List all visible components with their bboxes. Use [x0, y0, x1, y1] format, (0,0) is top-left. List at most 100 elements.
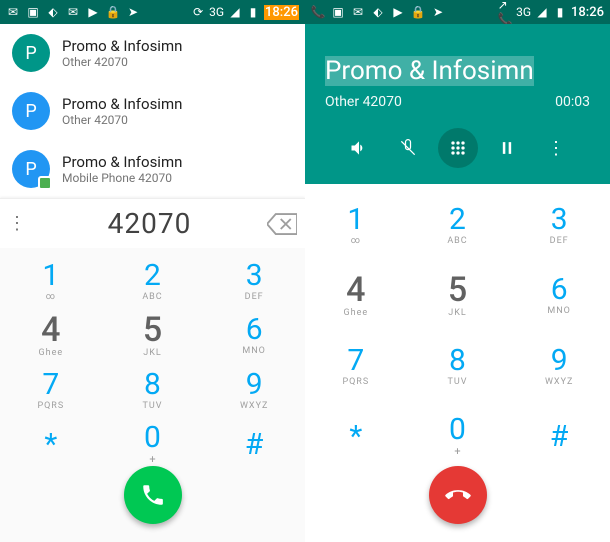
contact-number: Other 42070: [62, 113, 182, 127]
gmail-icon: ✉: [66, 5, 80, 19]
status-left-icons: 📞 ▣ ✉ ⬖ ▶ 🔒 ➤: [311, 5, 445, 19]
key-letters: JKL: [448, 308, 466, 318]
battery-icon: ▮: [553, 5, 567, 19]
dialpad-key-2[interactable]: 2ABC: [102, 254, 204, 309]
contact-name: Promo & Infosimn: [62, 95, 182, 113]
suggestion-item[interactable]: P Promo & Infosimn Other 42070: [0, 82, 305, 140]
dialpad-key-*[interactable]: *: [305, 402, 407, 473]
status-time: 18:26: [264, 5, 299, 20]
hangup-icon: [445, 482, 471, 508]
key-letters: PQRS: [37, 401, 64, 411]
dialpad-key-7[interactable]: 7PQRS: [305, 331, 407, 402]
status-right: ↗📞 3G ◢ ▮ 18:26: [498, 5, 604, 20]
key-digit: 3: [551, 205, 568, 235]
dialpad-key-9[interactable]: 9WXYZ: [203, 363, 305, 418]
key-digit: 2: [449, 205, 466, 235]
key-digit: 0: [449, 415, 466, 445]
key-digit: 1: [347, 205, 364, 235]
call-actions: ⋮: [325, 128, 590, 168]
dialpad-button[interactable]: [438, 128, 478, 168]
dialpad-key-3[interactable]: 3DEF: [203, 254, 305, 309]
suggestion-text: Promo & Infosimn Other 42070: [62, 37, 182, 69]
key-digit: 6: [246, 315, 263, 345]
dialpad-key-7[interactable]: 7PQRS: [0, 363, 102, 418]
dialpad-key-*[interactable]: *: [0, 418, 102, 473]
dialpad-key-6[interactable]: 6MNO: [203, 309, 305, 364]
key-letters: ABC: [447, 236, 467, 246]
speaker-button[interactable]: [339, 128, 379, 168]
key-digit: *: [349, 422, 362, 452]
dropbox-icon: ⬖: [371, 5, 385, 19]
image-icon: ▣: [26, 5, 40, 19]
speaker-icon: [349, 138, 369, 158]
gmail-icon: ✉: [351, 5, 365, 19]
signal-icon: ◢: [535, 5, 549, 19]
dialpad-key-1[interactable]: 1∞: [0, 254, 102, 309]
key-digit: 4: [41, 313, 60, 347]
network-label: 3G: [516, 5, 531, 19]
network-label: 3G: [209, 5, 224, 19]
gmail-icon: ✉: [6, 5, 20, 19]
contact-number: Other 42070: [62, 55, 182, 69]
suggestion-item[interactable]: P Promo & Infosimn Other 42070: [0, 24, 305, 82]
backspace-button[interactable]: [267, 213, 297, 235]
hold-button[interactable]: [487, 128, 527, 168]
hangup-button[interactable]: [429, 466, 487, 524]
key-letters: PQRS: [342, 377, 369, 387]
dialpad-key-6[interactable]: 6MNO: [508, 261, 610, 332]
key-digit: 8: [144, 370, 161, 400]
key-digit: #: [245, 430, 263, 460]
key-digit: #: [550, 422, 568, 452]
dialpad-key-#[interactable]: #: [203, 418, 305, 473]
key-letters: ABC: [142, 292, 162, 302]
dialpad-key-8[interactable]: 8TUV: [407, 331, 509, 402]
suggestion-item[interactable]: P Promo & Infosimn Mobile Phone 42070: [0, 140, 305, 198]
key-digit: 5: [448, 273, 467, 307]
key-digit: 0: [144, 423, 161, 453]
dialpad-key-9[interactable]: 9WXYZ: [508, 331, 610, 402]
incall-header: Promo & Infosimn Other 42070 00:03 ⋮: [305, 24, 610, 184]
key-digit: 8: [449, 346, 466, 376]
status-bar: 📞 ▣ ✉ ⬖ ▶ 🔒 ➤ ↗📞 3G ◢ ▮ 18:26: [305, 0, 610, 24]
dialpad-key-2[interactable]: 2ABC: [407, 190, 509, 261]
key-letters: TUV: [143, 401, 163, 411]
avatar: P: [12, 34, 50, 72]
dialpad-key-1[interactable]: 1∞: [305, 190, 407, 261]
contact-suggestions: P Promo & Infosimn Other 42070 P Promo &…: [0, 24, 305, 198]
phone-icon: [140, 482, 166, 508]
dialpad-key-5[interactable]: 5JKL: [102, 309, 204, 364]
call-button[interactable]: [124, 466, 182, 524]
dialpad-key-4[interactable]: 4Ghee: [305, 261, 407, 332]
dialpad-key-8[interactable]: 8TUV: [102, 363, 204, 418]
key-letters: +: [454, 445, 460, 458]
pause-icon: [497, 138, 517, 158]
call-duration: 00:03: [555, 94, 590, 110]
key-letters: Ghee: [39, 348, 64, 358]
dialpad-key-0[interactable]: 0+: [407, 402, 509, 473]
battery-icon: ▮: [246, 5, 260, 19]
dialpad-key-0[interactable]: 0+: [102, 418, 204, 473]
key-digit: 6: [551, 275, 568, 305]
sim-badge-icon: [38, 176, 52, 190]
key-letters: JKL: [143, 348, 161, 358]
phone-icon: 📞: [311, 5, 325, 19]
key-letters: ∞: [46, 292, 56, 302]
overflow-menu-button[interactable]: ⋮: [8, 213, 32, 234]
key-letters: DEF: [245, 292, 264, 302]
key-digit: 9: [551, 346, 568, 376]
dialed-number-row: ⋮ 42070: [0, 198, 305, 248]
dialpad-key-3[interactable]: 3DEF: [508, 190, 610, 261]
key-digit: 5: [143, 313, 162, 347]
call-overflow-button[interactable]: ⋮: [536, 128, 576, 168]
key-digit: 7: [347, 346, 364, 376]
dialpad-key-#[interactable]: #: [508, 402, 610, 473]
key-letters: +: [149, 453, 155, 466]
mute-button[interactable]: [388, 128, 428, 168]
dialpad-key-4[interactable]: 4Ghee: [0, 309, 102, 364]
dialpad-key-5[interactable]: 5JKL: [407, 261, 509, 332]
dialpad-icon: [448, 138, 468, 158]
more-icon: ⋮: [547, 138, 565, 159]
key-digit: 9: [246, 370, 263, 400]
key-digit: *: [44, 430, 57, 460]
key-digit: 7: [42, 370, 59, 400]
